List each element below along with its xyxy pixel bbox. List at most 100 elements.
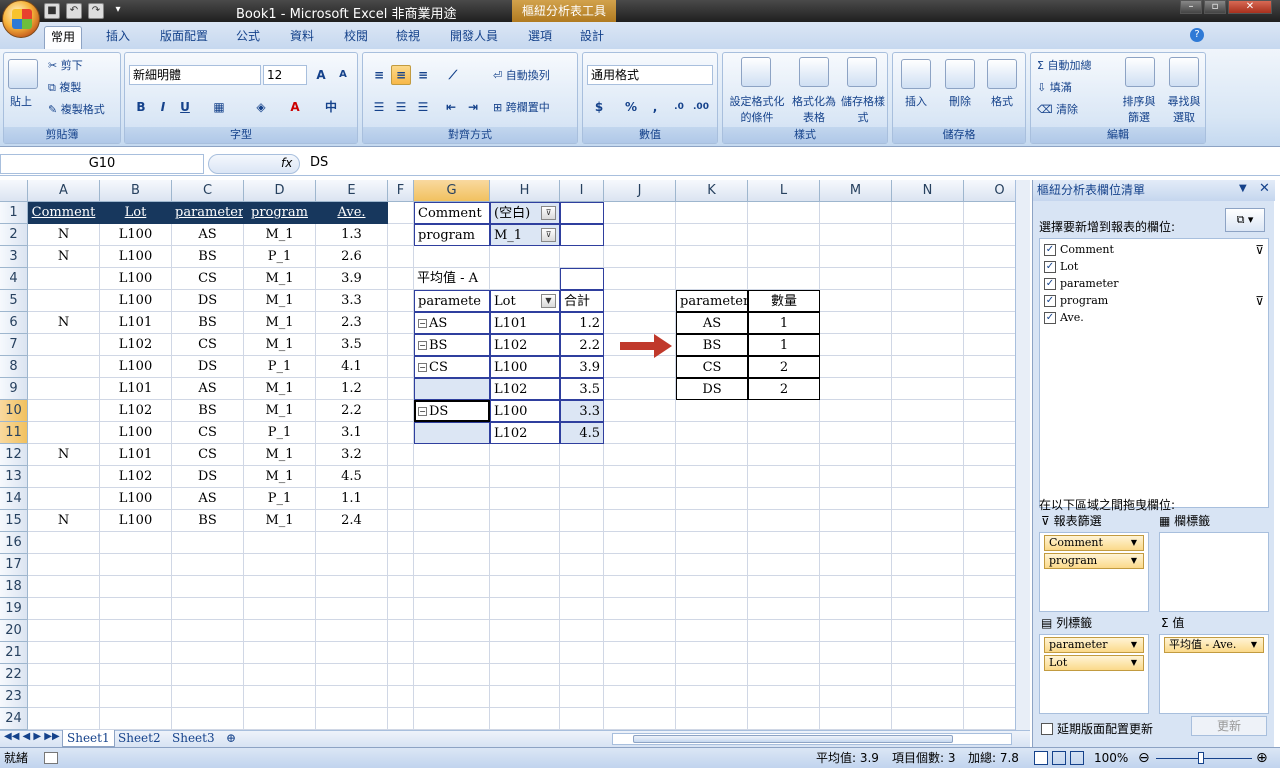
cell-b5[interactable]: L100 <box>100 290 172 312</box>
cell-c15[interactable]: BS <box>172 510 244 532</box>
cell-d20[interactable] <box>244 620 316 642</box>
cell-i24[interactable] <box>560 708 604 730</box>
cell-o16[interactable] <box>964 532 1015 554</box>
cell-n4[interactable] <box>892 268 964 290</box>
cell-f5[interactable] <box>388 290 414 312</box>
cell-e10[interactable]: 2.2 <box>316 400 388 422</box>
pane-options-icon[interactable]: ▼ <box>1239 183 1247 194</box>
cell-h22[interactable] <box>490 664 560 686</box>
area-field-chip[interactable]: program ▼ <box>1044 553 1144 569</box>
cell-i16[interactable] <box>560 532 604 554</box>
conditional-format-icon[interactable] <box>741 57 771 87</box>
cell-j21[interactable] <box>604 642 676 664</box>
cell-e12[interactable]: 3.2 <box>316 444 388 466</box>
cell-l15[interactable] <box>748 510 820 532</box>
cell-c6[interactable]: BS <box>172 312 244 334</box>
cell-a10[interactable] <box>28 400 100 422</box>
cell-d13[interactable]: M_1 <box>244 466 316 488</box>
row-labels-area[interactable]: parameter ▼ Lot ▼ <box>1039 634 1149 714</box>
tab-options[interactable]: 選項 <box>522 26 558 49</box>
column-header-c[interactable]: C <box>172 180 244 202</box>
cell-o23[interactable] <box>964 686 1015 708</box>
row-header-14[interactable]: 14 <box>0 488 28 510</box>
field-item-parameter[interactable]: ✓ parameter <box>1044 275 1264 292</box>
cell-e13[interactable]: 4.5 <box>316 466 388 488</box>
cell-c18[interactable] <box>172 576 244 598</box>
filter-dropdown-icon[interactable]: ⊽ <box>541 228 556 242</box>
cell-i13[interactable] <box>560 466 604 488</box>
cell-k1[interactable] <box>676 202 748 224</box>
cell-l6[interactable]: 1 <box>748 312 820 334</box>
cell-e2[interactable]: 1.3 <box>316 224 388 246</box>
row-header-18[interactable]: 18 <box>0 576 28 598</box>
new-sheet-icon[interactable]: ⊕ <box>222 730 240 747</box>
cell-a19[interactable] <box>28 598 100 620</box>
cell-d19[interactable] <box>244 598 316 620</box>
insert-function-icon[interactable]: fx <box>281 156 292 170</box>
cell-d16[interactable] <box>244 532 316 554</box>
shrink-font-button[interactable]: A <box>333 65 353 85</box>
cell-c17[interactable] <box>172 554 244 576</box>
column-header-h[interactable]: H <box>490 180 560 202</box>
cell-f16[interactable] <box>388 532 414 554</box>
cell-f21[interactable] <box>388 642 414 664</box>
row-header-6[interactable]: 6 <box>0 312 28 334</box>
row-header-13[interactable]: 13 <box>0 466 28 488</box>
sheet-tab-2[interactable]: Sheet2 <box>114 730 165 747</box>
cell-a5[interactable] <box>28 290 100 312</box>
cell-a12[interactable]: N <box>28 444 100 466</box>
comma-icon[interactable]: , <box>645 97 665 117</box>
cell-a9[interactable] <box>28 378 100 400</box>
field-item-comment[interactable]: ✓ Comment ⊽ <box>1044 241 1264 258</box>
cell-k22[interactable] <box>676 664 748 686</box>
cell-i18[interactable] <box>560 576 604 598</box>
cell-d23[interactable] <box>244 686 316 708</box>
cell-e4[interactable]: 3.9 <box>316 268 388 290</box>
underline-button[interactable]: U <box>175 97 195 117</box>
defer-update-checkbox[interactable] <box>1041 722 1053 735</box>
formula-input[interactable]: DS <box>304 154 1259 174</box>
cell-i15[interactable] <box>560 510 604 532</box>
format-painter-button[interactable]: ✎ 複製格式 <box>48 101 105 117</box>
cell-c3[interactable]: BS <box>172 246 244 268</box>
cell-h4[interactable] <box>490 268 560 290</box>
cell-area[interactable]: Comment Lot parameter program Ave. Comment (空白… <box>28 202 1015 730</box>
cell-m13[interactable] <box>820 466 892 488</box>
cell-c9[interactable]: AS <box>172 378 244 400</box>
cell-l22[interactable] <box>748 664 820 686</box>
cell-i6[interactable]: 1.2 <box>560 312 604 334</box>
cell-j13[interactable] <box>604 466 676 488</box>
cell-n9[interactable] <box>892 378 964 400</box>
cell-e11[interactable]: 3.1 <box>316 422 388 444</box>
cell-b15[interactable]: L100 <box>100 510 172 532</box>
cell-a6[interactable]: N <box>28 312 100 334</box>
cell-m15[interactable] <box>820 510 892 532</box>
currency-icon[interactable]: $ <box>589 97 609 117</box>
cell-j5[interactable] <box>604 290 676 312</box>
cell-a21[interactable] <box>28 642 100 664</box>
cell-b6[interactable]: L101 <box>100 312 172 334</box>
cell-l1[interactable] <box>748 202 820 224</box>
macro-record-icon[interactable] <box>44 752 58 764</box>
tab-data[interactable]: 資料 <box>284 26 320 49</box>
cell-n17[interactable] <box>892 554 964 576</box>
cell-k8[interactable]: CS <box>676 356 748 378</box>
cell-m7[interactable] <box>820 334 892 356</box>
cell-e7[interactable]: 3.5 <box>316 334 388 356</box>
cell-d9[interactable]: M_1 <box>244 378 316 400</box>
row-header-4[interactable]: 4 <box>0 268 28 290</box>
field-checkbox[interactable]: ✓ <box>1044 294 1056 307</box>
cell-o12[interactable] <box>964 444 1015 466</box>
cell-n21[interactable] <box>892 642 964 664</box>
row-header-2[interactable]: 2 <box>0 224 28 246</box>
cell-h17[interactable] <box>490 554 560 576</box>
cell-f23[interactable] <box>388 686 414 708</box>
cell-d22[interactable] <box>244 664 316 686</box>
cell-m4[interactable] <box>820 268 892 290</box>
cell-o3[interactable] <box>964 246 1015 268</box>
cell-j2[interactable] <box>604 224 676 246</box>
cell-g21[interactable] <box>414 642 490 664</box>
column-header-b[interactable]: B <box>100 180 172 202</box>
cell-c10[interactable]: BS <box>172 400 244 422</box>
cell-j11[interactable] <box>604 422 676 444</box>
